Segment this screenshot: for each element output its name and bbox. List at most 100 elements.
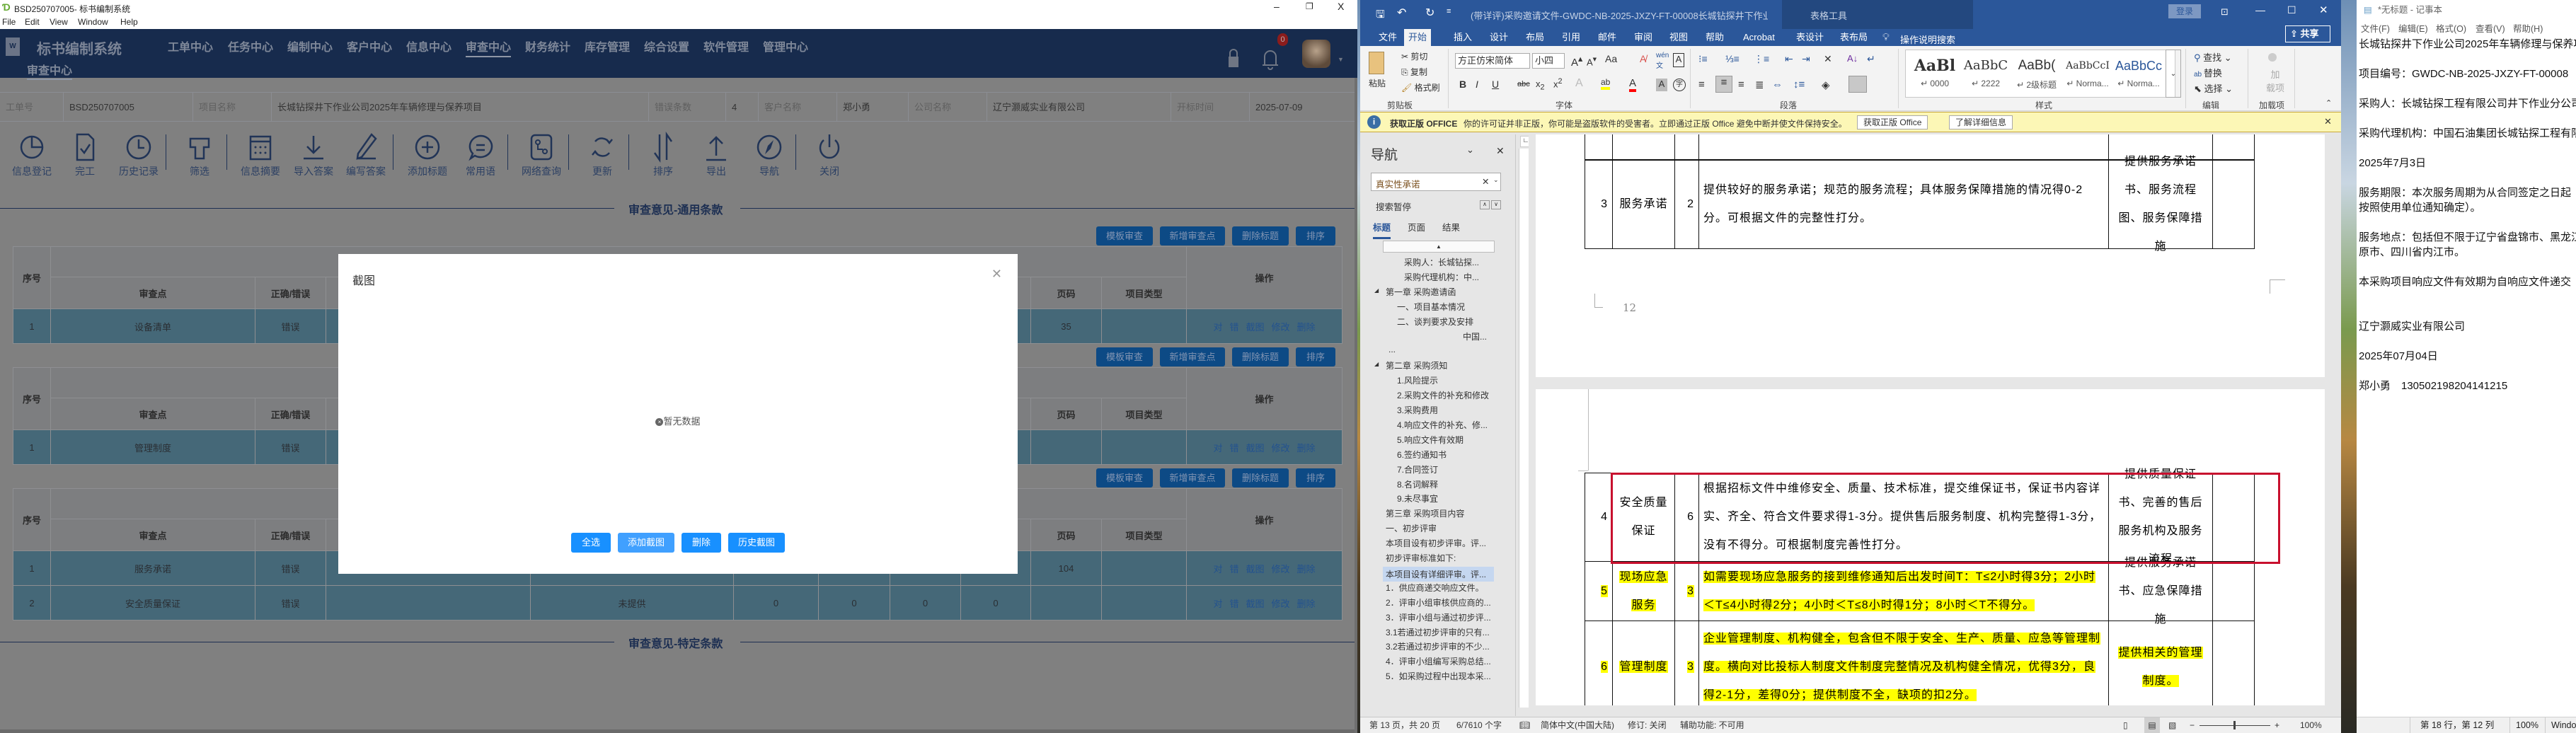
- mark-wrong-link[interactable]: 错: [1229, 441, 1238, 454]
- nav-heading-item[interactable]: 3.1若通过初步评审的只有...: [1386, 626, 1490, 638]
- toolbar-pencil-button[interactable]: 编写答案: [341, 130, 391, 178]
- add-review-point-button[interactable]: 新增审查点: [1160, 347, 1225, 366]
- nav-heading-item[interactable]: 采购代理机构：中...: [1404, 271, 1479, 283]
- edit-link[interactable]: 修改: [1272, 562, 1290, 575]
- status-track-changes[interactable]: 修订: 关闭: [1628, 717, 1667, 733]
- addins-button[interactable]: 加 载项: [2266, 67, 2284, 94]
- nav-heading-item[interactable]: 本项目设有初步评审。评...: [1386, 537, 1486, 549]
- mark-wrong-link[interactable]: 错: [1229, 562, 1238, 575]
- scroll-to-top-button[interactable]: ▲: [1383, 241, 1495, 253]
- show-marks-icon[interactable]: ↵: [1867, 53, 1875, 65]
- style-item[interactable]: AaBbCc ↵ Norma...: [2114, 53, 2163, 88]
- style-item[interactable]: AaBbCcI ↵ Norma...: [2063, 53, 2112, 88]
- read-mode-icon[interactable]: ▯: [2123, 717, 2128, 733]
- maximize-button[interactable]: ☐: [2287, 4, 2296, 16]
- bullets-icon[interactable]: ⁝≡: [1698, 53, 1708, 65]
- nav-heading-item[interactable]: 第三章 采购项目内容: [1386, 507, 1464, 519]
- nav-heading-item[interactable]: 8.名词解释: [1397, 478, 1438, 490]
- style-item[interactable]: AaBl ↵ 0000: [1910, 53, 1960, 88]
- ribbon-display-options-icon[interactable]: ⊡: [2221, 6, 2229, 18]
- mark-correct-link[interactable]: 对: [1213, 441, 1222, 454]
- status-accessibility[interactable]: 辅助功能: 不可用: [1680, 717, 1744, 733]
- align-right-icon[interactable]: ≡: [1738, 79, 1744, 91]
- ribbon-tab[interactable]: 文件: [1374, 29, 1401, 46]
- share-button[interactable]: ⇪ 共享: [2285, 25, 2330, 42]
- nav-item[interactable]: 财务统计: [525, 37, 570, 54]
- minimize-button[interactable]: —: [2255, 4, 2265, 16]
- sort-button[interactable]: 排序: [1296, 468, 1335, 487]
- select-button[interactable]: ⬉ 选择 ⌄: [2194, 81, 2233, 95]
- status-page[interactable]: 第 13 页，共 20 页: [1369, 717, 1440, 733]
- history-screenshot-button[interactable]: 历史截图: [728, 533, 785, 553]
- grow-font-icon[interactable]: A▴: [1571, 53, 1582, 69]
- search-options-icon[interactable]: ⌄: [1493, 176, 1499, 184]
- toolbar-power-button[interactable]: 关闭: [805, 130, 854, 178]
- collapse-ribbon-icon[interactable]: ⌃: [2325, 98, 2332, 108]
- edit-link[interactable]: 修改: [1272, 596, 1290, 610]
- nav-heading-item[interactable]: 本项目设有详细评审。评...: [1383, 566, 1494, 582]
- text-effects-icon[interactable]: A: [1575, 77, 1583, 90]
- close-button[interactable]: X: [1338, 1, 1344, 12]
- align-center-icon[interactable]: ≡: [1715, 76, 1732, 93]
- get-genuine-office-button[interactable]: 获取正版 Office: [1857, 115, 1928, 129]
- replace-button[interactable]: ab 替换: [2194, 66, 2222, 79]
- change-case-icon[interactable]: Aa: [1605, 53, 1617, 64]
- menu-file[interactable]: 文件(F): [2361, 21, 2390, 35]
- paste-button[interactable]: 粘贴: [1369, 77, 1386, 89]
- nav-item[interactable]: 审查中心: [466, 37, 512, 57]
- mark-correct-link[interactable]: 对: [1213, 562, 1222, 575]
- menu-view[interactable]: 查看(V): [2476, 21, 2505, 35]
- subscript-icon[interactable]: x2: [1536, 79, 1545, 92]
- restore-button[interactable]: ❐: [1306, 1, 1313, 11]
- phonetic-guide-icon[interactable]: wén 文: [1656, 52, 1669, 70]
- shading-icon[interactable]: ◈: [1822, 79, 1830, 91]
- ribbon-tab[interactable]: 引用: [1558, 29, 1585, 46]
- styles-more-icon[interactable]: ⌄: [2166, 50, 2181, 98]
- sort-button[interactable]: 排序: [1296, 347, 1335, 366]
- nav-heading-item[interactable]: 4．评审小组编写采购总结...: [1386, 655, 1491, 667]
- toolbar-clock-button[interactable]: 历史记录: [114, 130, 163, 178]
- toolbar-network-button[interactable]: 网络查询: [517, 130, 566, 178]
- toolbar-plus-circle-button[interactable]: 添加标题: [403, 130, 452, 178]
- nav-item[interactable]: 软件管理: [703, 37, 749, 54]
- undo-icon[interactable]: ↶: [1397, 6, 1406, 20]
- template-review-button[interactable]: 模板审查: [1096, 347, 1153, 366]
- delete-title-button[interactable]: 删除标题: [1232, 347, 1289, 366]
- delete-link[interactable]: 删除: [1297, 562, 1316, 575]
- zoom-out-button[interactable]: −: [2190, 717, 2195, 733]
- nav-heading-item[interactable]: ...: [1388, 345, 1396, 354]
- screenshot-link[interactable]: 截图: [1246, 562, 1264, 575]
- toolbar-pie-chart-button[interactable]: 信息登记: [7, 130, 57, 178]
- decrease-indent-icon[interactable]: ⇤: [1785, 53, 1793, 65]
- close-icon[interactable]: ✕: [991, 267, 1002, 282]
- sort-icon[interactable]: A↓: [1847, 53, 1858, 64]
- zoom-slider-thumb[interactable]: [2233, 721, 2236, 729]
- menu-edit[interactable]: 编辑(E): [2398, 21, 2428, 35]
- nav-heading-item[interactable]: 初步评审标准如下:: [1386, 552, 1456, 564]
- mark-correct-link[interactable]: 对: [1213, 596, 1222, 610]
- ribbon-tab[interactable]: 视图: [1665, 29, 1692, 46]
- minimize-button[interactable]: –: [1274, 1, 1280, 12]
- toolbar-document-check-button[interactable]: 完工: [60, 130, 110, 178]
- justify-icon[interactable]: ≣: [1755, 79, 1764, 91]
- italic-icon[interactable]: I: [1476, 79, 1478, 90]
- character-shading-icon[interactable]: A: [1656, 79, 1667, 91]
- caret-down-icon[interactable]: ▼: [1338, 56, 1344, 63]
- ribbon-tab[interactable]: 设计: [1485, 29, 1512, 46]
- status-word-count[interactable]: 6/7610 个字: [1456, 717, 1502, 733]
- strikethrough-icon[interactable]: abc: [1517, 80, 1530, 88]
- learn-more-button[interactable]: 了解详细信息: [1949, 115, 2013, 129]
- ribbon-tab[interactable]: 开始: [1404, 29, 1432, 46]
- borders-icon[interactable]: [1848, 76, 1867, 93]
- delete-link[interactable]: 删除: [1297, 320, 1316, 333]
- toolbar-refresh-button[interactable]: 更新: [577, 130, 627, 178]
- previous-result-icon[interactable]: ∧: [1480, 200, 1490, 209]
- nav-item[interactable]: 任务中心: [228, 37, 273, 54]
- nav-heading-item[interactable]: 一、项目基本情况: [1397, 301, 1465, 313]
- toolbar-filter-button[interactable]: 筛选: [175, 130, 224, 178]
- tab-headings[interactable]: 标题: [1373, 220, 1391, 239]
- zoom-in-button[interactable]: +: [2275, 717, 2279, 733]
- toolbar-download-button[interactable]: 导入答案: [289, 130, 338, 178]
- add-review-point-button[interactable]: 新增审查点: [1160, 226, 1225, 246]
- expand-arrow-icon[interactable]: ◢: [1374, 361, 1379, 367]
